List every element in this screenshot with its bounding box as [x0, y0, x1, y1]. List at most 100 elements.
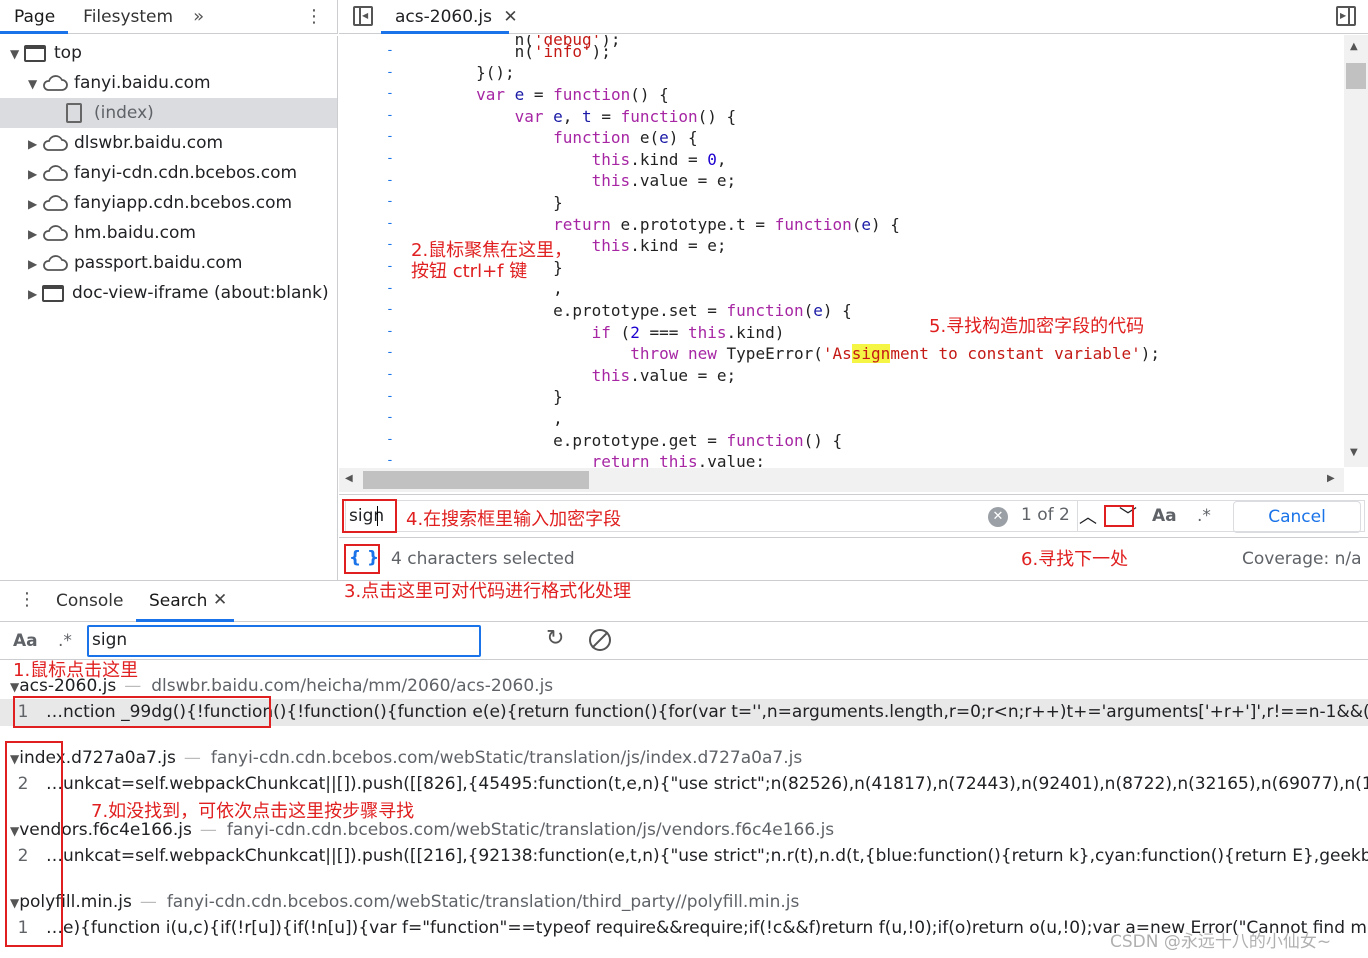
active-editor-tab-indicator	[381, 31, 509, 34]
gutter-mark: -	[386, 215, 394, 231]
expand-down-icon[interactable]: ▼	[10, 39, 24, 69]
line-gutter: - - - - - - - - - - - - - - - - - - - -	[339, 35, 399, 469]
scroll-left-icon[interactable]: ◀	[345, 473, 353, 484]
gutter-mark: -	[386, 388, 394, 404]
code-line: var e = function() {	[476, 85, 669, 104]
code-line: this.value = e;	[591, 171, 737, 190]
gutter-mark: -	[386, 194, 394, 210]
search-regex-button[interactable]: .*	[58, 631, 72, 651]
expand-right-icon[interactable]: ▶	[28, 159, 42, 189]
code-line: throw new TypeError('Assignment to const…	[630, 344, 1161, 363]
navigator-tabs: Page Filesystem » ⋮	[0, 0, 338, 34]
annotation-1: 1.鼠标点击这里	[13, 660, 139, 681]
code-line: this.kind = 0,	[591, 150, 727, 169]
find-previous-icon[interactable]: ︿	[1079, 503, 1097, 529]
gutter-mark: -	[386, 345, 394, 361]
expand-down-icon[interactable]: ▼	[28, 69, 42, 99]
scroll-down-icon[interactable]: ▼	[1350, 447, 1358, 458]
expand-right-icon[interactable]: ▶	[28, 129, 42, 159]
refresh-icon[interactable]: ↻	[546, 626, 564, 651]
gutter-mark: -	[386, 323, 394, 339]
tree-item-hm[interactable]: ▶ hm.baidu.com	[28, 218, 196, 248]
regex-button[interactable]: .*	[1197, 506, 1211, 526]
gutter-mark: -	[386, 367, 394, 382]
toggle-debugger-icon[interactable]: ▶	[1336, 6, 1356, 26]
tree-item-index[interactable]: (index)	[0, 98, 337, 128]
search-panel-toolbar: Aa .* sign ↻	[0, 622, 1368, 660]
match-count: 1 of 2	[1021, 505, 1070, 525]
cloud-icon	[43, 165, 68, 181]
expand-right-icon[interactable]: ▶	[28, 219, 42, 249]
tree-item-dlswbr[interactable]: ▶ dlswbr.baidu.com	[28, 128, 223, 158]
expand-down-icon[interactable]: ▼	[10, 680, 19, 694]
tree-item-passport[interactable]: ▶ passport.baidu.com	[28, 248, 242, 278]
drawer-menu-icon[interactable]: ⋮	[18, 589, 36, 610]
search-input-frame	[87, 625, 481, 657]
tree-item-fanyi-cdn[interactable]: ▶ fanyi-cdn.cdn.bcebos.com	[28, 158, 297, 188]
document-icon	[66, 103, 82, 123]
cancel-button[interactable]: Cancel	[1233, 501, 1361, 533]
code-line: this.value = e;	[591, 366, 737, 385]
scroll-thumb[interactable]	[363, 471, 589, 489]
annotation-box-first-result	[13, 696, 271, 728]
annotation-3: 3.点击这里可对代码进行格式化处理	[344, 581, 632, 602]
tree-item-top[interactable]: ▼ top	[10, 38, 82, 68]
editor-tabs: ◀ acs-2060.js ✕ ▶	[339, 0, 1368, 34]
scroll-up-icon[interactable]: ▲	[1350, 41, 1358, 52]
gutter-mark: -	[386, 259, 394, 274]
result-file-polyfill[interactable]: ▼polyfill.min.js — fanyi-cdn.cdn.bcebos.co…	[10, 889, 799, 915]
gutter-mark: -	[386, 107, 394, 123]
code-line: }();	[399, 63, 515, 82]
result-line[interactable]: 2 …unkcat=self.webpackChunkcat||[]).push(…	[0, 771, 1368, 798]
vertical-scrollbar[interactable]: ▲ ▼	[1344, 35, 1368, 467]
horizontal-scrollbar[interactable]: ◀ ▶	[339, 468, 1344, 492]
tree-item-fanyiapp[interactable]: ▶ fanyiapp.cdn.bcebos.com	[28, 188, 292, 218]
clear-search-icon[interactable]: ✕	[988, 507, 1008, 527]
annotation-box-result-lines	[5, 741, 63, 947]
tree-item-fanyi[interactable]: ▼ fanyi.baidu.com	[28, 68, 211, 98]
search-match-highlight: sign	[851, 344, 891, 363]
devtools-sources-panel: Page Filesystem » ⋮ ▼ top ▼ fanyi.baidu.co…	[0, 0, 1368, 958]
tree-item-doc-view-iframe[interactable]: ▶ doc-view-iframe (about:blank)	[28, 278, 329, 308]
search-input[interactable]: sign	[92, 630, 127, 650]
tab-filesystem[interactable]: Filesystem	[69, 0, 187, 34]
gutter-mark: -	[386, 129, 394, 145]
tab-search[interactable]: Search	[149, 591, 207, 611]
result-line[interactable]: 2 …unkcat=self.webpackChunkcat||[]).push(…	[0, 843, 1368, 870]
expand-right-icon[interactable]: ▶	[28, 279, 42, 309]
cloud-icon	[43, 225, 68, 241]
gutter-mark: -	[386, 453, 394, 469]
active-tab-indicator	[0, 31, 68, 34]
result-file-index[interactable]: ▼index.d727a0a7.js — fanyi-cdn.cdn.bcebos.…	[10, 745, 802, 771]
tab-console[interactable]: Console	[56, 591, 124, 611]
cloud-icon	[43, 255, 68, 271]
drawer-tabs: ⋮ Console Search ✕	[0, 580, 1368, 622]
annotation-4: 4.在搜索框里输入加密字段	[406, 509, 622, 530]
expand-right-icon[interactable]: ▶	[28, 189, 42, 219]
annotation-5: 5.寻找构造加密字段的代码	[929, 316, 1145, 337]
search-match-case-button[interactable]: Aa	[13, 631, 38, 651]
scroll-thumb[interactable]	[1346, 63, 1366, 89]
editor-status-bar: { } 4 characters selected Coverage: n/a	[339, 539, 1368, 579]
kebab-menu-icon[interactable]: ⋮	[305, 6, 323, 27]
gutter-mark: -	[386, 86, 394, 102]
match-case-button[interactable]: Aa	[1152, 506, 1177, 526]
clear-results-icon[interactable]	[589, 629, 611, 651]
toggle-navigator-icon[interactable]: ◀	[353, 6, 373, 26]
more-tabs-icon[interactable]: »	[187, 6, 210, 27]
tab-page[interactable]: Page	[0, 0, 69, 34]
selection-status: 4 characters selected	[391, 549, 575, 569]
code-line: var e, t = function() {	[514, 107, 737, 126]
divider	[1077, 501, 1078, 531]
code-line: return this.value;	[591, 452, 766, 467]
expand-right-icon[interactable]: ▶	[28, 249, 42, 279]
scroll-right-icon[interactable]: ▶	[1327, 473, 1335, 484]
cloud-icon	[43, 195, 68, 211]
close-search-tab-icon[interactable]: ✕	[213, 590, 227, 610]
gutter-mark: -	[386, 410, 394, 426]
window-icon	[42, 284, 64, 302]
tab-acs-2060-js[interactable]: acs-2060.js ✕	[395, 0, 518, 34]
close-tab-icon[interactable]: ✕	[503, 7, 517, 27]
gutter-mark: -	[386, 64, 394, 80]
coverage-status: Coverage: n/a	[1242, 549, 1362, 569]
